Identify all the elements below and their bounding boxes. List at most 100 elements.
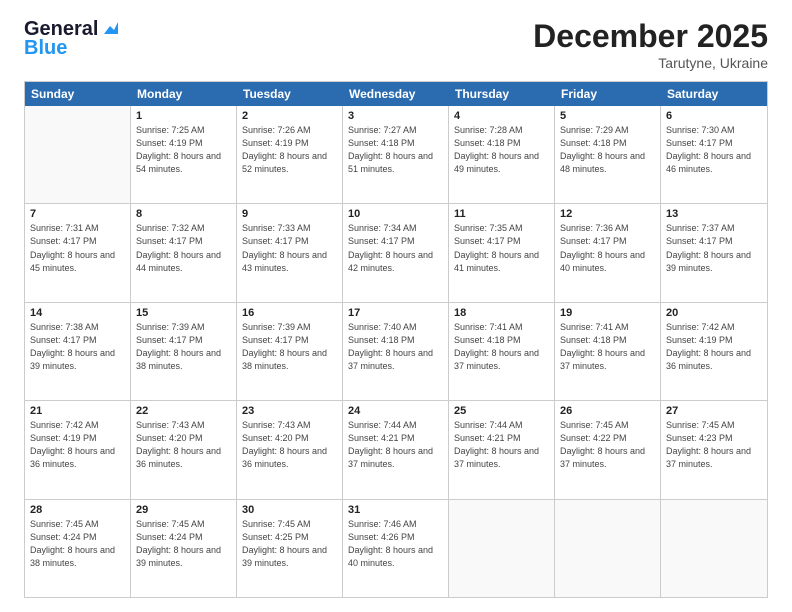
day-info: Sunrise: 7:28 AM Sunset: 4:18 PM Dayligh… [454, 124, 549, 176]
day-info: Sunrise: 7:41 AM Sunset: 4:18 PM Dayligh… [560, 321, 655, 373]
day-info: Sunrise: 7:34 AM Sunset: 4:17 PM Dayligh… [348, 222, 443, 274]
logo-bird-icon [100, 20, 118, 38]
day-info: Sunrise: 7:38 AM Sunset: 4:17 PM Dayligh… [30, 321, 125, 373]
page: General Blue December 2025 Tarutyne, Ukr… [0, 0, 792, 612]
day-info: Sunrise: 7:45 AM Sunset: 4:24 PM Dayligh… [30, 518, 125, 570]
cal-cell: 7 Sunrise: 7:31 AM Sunset: 4:17 PM Daylig… [25, 204, 131, 301]
day-number: 6 [666, 110, 762, 122]
cal-cell: 16 Sunrise: 7:39 AM Sunset: 4:17 PM Dayli… [237, 303, 343, 400]
cal-cell: 13 Sunrise: 7:37 AM Sunset: 4:17 PM Dayli… [661, 204, 767, 301]
calendar: Sunday Monday Tuesday Wednesday Thursday… [24, 81, 768, 598]
day-number: 19 [560, 307, 655, 319]
day-number: 16 [242, 307, 337, 319]
calendar-grid: Sunday Monday Tuesday Wednesday Thursday… [24, 81, 768, 598]
day-number: 30 [242, 504, 337, 516]
day-number: 17 [348, 307, 443, 319]
cal-cell: 20Sunrise: 7:42 AM Sunset: 4:19 PM Dayli… [661, 303, 767, 400]
header-thursday: Thursday [449, 82, 555, 106]
day-number: 18 [454, 307, 549, 319]
cal-cell: 9Sunrise: 7:33 AM Sunset: 4:17 PM Daylig… [237, 204, 343, 301]
cal-cell [661, 500, 767, 597]
logo-blue: Blue [24, 37, 67, 60]
cal-cell: 3Sunrise: 7:27 AM Sunset: 4:18 PM Daylig… [343, 106, 449, 203]
cal-cell: 6 Sunrise: 7:30 AM Sunset: 4:17 PM Daylig… [661, 106, 767, 203]
day-info: Sunrise: 7:43 AM Sunset: 4:20 PM Dayligh… [136, 419, 231, 471]
cal-cell [555, 500, 661, 597]
cal-cell: 24Sunrise: 7:44 AM Sunset: 4:21 PM Dayli… [343, 401, 449, 498]
day-info: Sunrise: 7:39 AM Sunset: 4:17 PM Dayligh… [242, 321, 337, 373]
day-info: Sunrise: 7:30 AM Sunset: 4:17 PM Dayligh… [666, 124, 762, 176]
calendar-week-2: 7 Sunrise: 7:31 AM Sunset: 4:17 PM Daylig… [25, 204, 767, 302]
cal-cell: 29Sunrise: 7:45 AM Sunset: 4:24 PM Dayli… [131, 500, 237, 597]
cal-cell: 10 Sunrise: 7:34 AM Sunset: 4:17 PM Dayli… [343, 204, 449, 301]
day-number: 31 [348, 504, 443, 516]
day-info: Sunrise: 7:36 AM Sunset: 4:17 PM Dayligh… [560, 222, 655, 274]
day-number: 5 [560, 110, 655, 122]
day-number: 10 [348, 208, 443, 220]
cal-cell: 2 Sunrise: 7:26 AM Sunset: 4:19 PM Daylig… [237, 106, 343, 203]
day-info: Sunrise: 7:26 AM Sunset: 4:19 PM Dayligh… [242, 124, 337, 176]
calendar-week-4: 21Sunrise: 7:42 AM Sunset: 4:19 PM Dayli… [25, 401, 767, 499]
cal-cell: 23 Sunrise: 7:43 AM Sunset: 4:20 PM Dayli… [237, 401, 343, 498]
cal-cell: 14 Sunrise: 7:38 AM Sunset: 4:17 PM Dayli… [25, 303, 131, 400]
day-number: 15 [136, 307, 231, 319]
day-info: Sunrise: 7:31 AM Sunset: 4:17 PM Dayligh… [30, 222, 125, 274]
day-info: Sunrise: 7:44 AM Sunset: 4:21 PM Dayligh… [454, 419, 549, 471]
cal-cell: 5 Sunrise: 7:29 AM Sunset: 4:18 PM Daylig… [555, 106, 661, 203]
day-info: Sunrise: 7:45 AM Sunset: 4:22 PM Dayligh… [560, 419, 655, 471]
day-info: Sunrise: 7:40 AM Sunset: 4:18 PM Dayligh… [348, 321, 443, 373]
day-number: 13 [666, 208, 762, 220]
day-info: Sunrise: 7:35 AM Sunset: 4:17 PM Dayligh… [454, 222, 549, 274]
day-number: 22 [136, 405, 231, 417]
day-info: Sunrise: 7:37 AM Sunset: 4:17 PM Dayligh… [666, 222, 762, 274]
day-number: 14 [30, 307, 125, 319]
day-number: 25 [454, 405, 549, 417]
header-tuesday: Tuesday [237, 82, 343, 106]
calendar-week-1: 1Sunrise: 7:25 AM Sunset: 4:19 PM Daylig… [25, 106, 767, 204]
day-info: Sunrise: 7:32 AM Sunset: 4:17 PM Dayligh… [136, 222, 231, 274]
calendar-week-3: 14 Sunrise: 7:38 AM Sunset: 4:17 PM Dayli… [25, 303, 767, 401]
month-title: December 2025 [533, 18, 768, 55]
day-number: 21 [30, 405, 125, 417]
day-number: 24 [348, 405, 443, 417]
cal-cell: 26 Sunrise: 7:45 AM Sunset: 4:22 PM Dayli… [555, 401, 661, 498]
day-info: Sunrise: 7:45 AM Sunset: 4:23 PM Dayligh… [666, 419, 762, 471]
cal-cell: 15 Sunrise: 7:39 AM Sunset: 4:17 PM Dayli… [131, 303, 237, 400]
cal-cell: 1Sunrise: 7:25 AM Sunset: 4:19 PM Daylig… [131, 106, 237, 203]
cal-cell: 27 Sunrise: 7:45 AM Sunset: 4:23 PM Dayli… [661, 401, 767, 498]
day-number: 26 [560, 405, 655, 417]
day-number: 7 [30, 208, 125, 220]
cal-cell [25, 106, 131, 203]
cal-cell: 19 Sunrise: 7:41 AM Sunset: 4:18 PM Dayli… [555, 303, 661, 400]
day-number: 4 [454, 110, 549, 122]
day-number: 1 [136, 110, 231, 122]
cal-cell: 30Sunrise: 7:45 AM Sunset: 4:25 PM Dayli… [237, 500, 343, 597]
header-wednesday: Wednesday [343, 82, 449, 106]
day-info: Sunrise: 7:39 AM Sunset: 4:17 PM Dayligh… [136, 321, 231, 373]
calendar-header: Sunday Monday Tuesday Wednesday Thursday… [25, 82, 767, 106]
day-number: 12 [560, 208, 655, 220]
cal-cell: 31Sunrise: 7:46 AM Sunset: 4:26 PM Dayli… [343, 500, 449, 597]
day-info: Sunrise: 7:33 AM Sunset: 4:17 PM Dayligh… [242, 222, 337, 274]
cal-cell: 17 Sunrise: 7:40 AM Sunset: 4:18 PM Dayli… [343, 303, 449, 400]
day-info: Sunrise: 7:42 AM Sunset: 4:19 PM Dayligh… [666, 321, 762, 373]
day-number: 28 [30, 504, 125, 516]
cal-cell: 11Sunrise: 7:35 AM Sunset: 4:17 PM Dayli… [449, 204, 555, 301]
logo: General Blue [24, 18, 118, 60]
day-info: Sunrise: 7:45 AM Sunset: 4:24 PM Dayligh… [136, 518, 231, 570]
day-number: 23 [242, 405, 337, 417]
calendar-week-5: 28 Sunrise: 7:45 AM Sunset: 4:24 PM Dayli… [25, 500, 767, 597]
day-number: 3 [348, 110, 443, 122]
day-info: Sunrise: 7:43 AM Sunset: 4:20 PM Dayligh… [242, 419, 337, 471]
day-info: Sunrise: 7:29 AM Sunset: 4:18 PM Dayligh… [560, 124, 655, 176]
header-sunday: Sunday [25, 82, 131, 106]
day-info: Sunrise: 7:41 AM Sunset: 4:18 PM Dayligh… [454, 321, 549, 373]
cal-cell: 22 Sunrise: 7:43 AM Sunset: 4:20 PM Dayli… [131, 401, 237, 498]
title-area: December 2025 Tarutyne, Ukraine [533, 18, 768, 71]
day-number: 2 [242, 110, 337, 122]
cal-cell: 25 Sunrise: 7:44 AM Sunset: 4:21 PM Dayli… [449, 401, 555, 498]
day-number: 27 [666, 405, 762, 417]
cal-cell: 8Sunrise: 7:32 AM Sunset: 4:17 PM Daylig… [131, 204, 237, 301]
header: General Blue December 2025 Tarutyne, Ukr… [24, 18, 768, 71]
subtitle: Tarutyne, Ukraine [533, 55, 768, 71]
